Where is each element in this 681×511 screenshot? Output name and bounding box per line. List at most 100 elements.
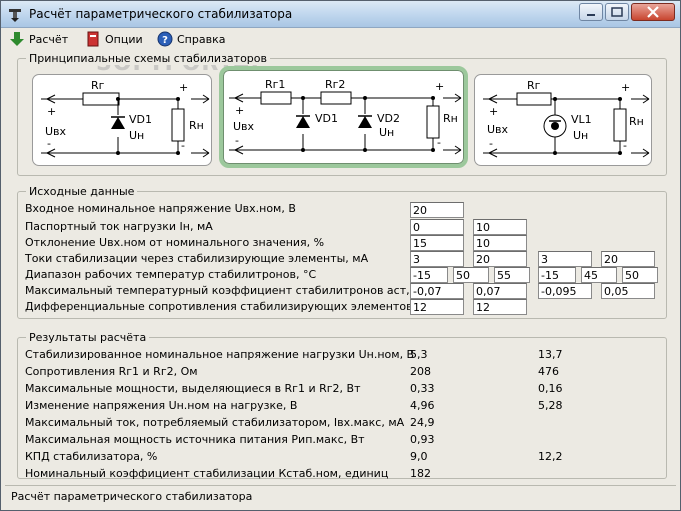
result-value-1: 0,93 [410,433,435,446]
s1-r-label: Rг [91,79,105,92]
s2-d1-label: VD1 [315,112,338,125]
input-row-label: Максимальный температурный коэффициент с… [25,284,441,297]
window-title: Расчёт параметрического стабилизатора [29,7,293,21]
options-label: Опции [105,32,143,46]
s3-uin-label: Uвх [487,123,509,136]
s2-r2-label: Rг2 [325,78,346,91]
options-button[interactable]: Опции [85,30,143,48]
result-value-1: 24,9 [410,416,435,429]
s2-plus-out: + [435,80,445,93]
s1-uh-label: Uн [129,129,145,142]
input-temp-coeff-3[interactable]: -0,095 [538,283,592,299]
status-text: Расчёт параметрического стабилизатора [11,490,253,503]
stabilizer-app-icon [7,7,23,23]
s2-load-label: Rн [443,112,458,125]
input-stab-current-3[interactable]: 3 [538,251,592,267]
input-temp-coeff-1[interactable]: -0,07 [410,283,464,299]
title-bar[interactable]: Расчёт параметрического стабилизатора [1,1,680,28]
result-value-1: 0,33 [410,382,435,395]
result-value-1: 9,0 [410,450,428,463]
input-temp-2[interactable]: 50 [453,267,489,283]
s3-plus-out: + [621,81,631,94]
s2-uin-label: Uвх [233,120,255,133]
input-stab-current-2[interactable]: 20 [473,251,527,267]
s3-minus-out: - [623,139,627,152]
s1-plus-in: + [47,105,57,118]
close-button[interactable] [631,3,675,21]
s2-minus-in: - [235,134,239,147]
calc-label: Расчёт [29,32,69,46]
input-diff-resistance-1[interactable]: 12 [410,299,464,315]
s3-minus-in: - [489,137,493,150]
help-label: Справка [177,32,226,46]
input-row-label: Отклонение Uвх.ном от номинального значе… [25,236,325,249]
svg-text:?: ? [162,35,168,46]
s1-minus-in: - [47,137,51,150]
result-value-1: 182 [410,467,431,480]
result-row-label: Изменение напряжения Uн.ном на нагрузке,… [25,399,298,412]
result-row-label: КПД стабилизатора, % [25,450,158,463]
input-deviation-1[interactable]: 15 [410,235,464,251]
s3-plus-in: + [489,105,499,118]
s2-r1-label: Rг1 [265,78,286,91]
result-row-label: Максимальный ток, потребляемый стабилиза… [25,416,405,429]
s2-uh-label: Uн [379,126,395,139]
input-temp-5[interactable]: 45 [581,267,617,283]
input-row-label: Токи стабилизации через стабилизирующие … [25,252,369,265]
input-diff-resistance-2[interactable]: 12 [473,299,527,315]
s1-plus-out: + [179,81,189,94]
result-value-1: 208 [410,365,431,378]
app-window: Расчёт параметрического стабилизатора Ра… [0,0,681,511]
s3-load-label: Rн [629,115,644,128]
scheme-3[interactable]: Rг VL1 Uн Rн + Uвх - + - [474,74,652,166]
s2-minus-out: - [437,136,441,149]
status-bar: Расчёт параметрического стабилизатора [5,485,676,505]
options-icon [87,31,99,47]
input-temp-3[interactable]: 55 [494,267,530,283]
input-load-current-2[interactable]: 10 [473,219,527,235]
s3-uh-label: Uн [573,129,589,142]
down-arrow-icon [10,32,24,46]
s2-d2-label: VD2 [377,112,400,125]
minimize-button[interactable] [579,3,603,21]
input-load-current-1[interactable]: 0 [410,219,464,235]
scheme-2[interactable]: Rг1 Rг2 VD1 VD2 Uн Rн + Uвх - + - [219,66,468,168]
scheme-1[interactable]: Rг VD1 Uн Rн + Uвх - + - [32,74,212,166]
input-row-label: Дифференциальные сопротивления стабилизи… [25,300,437,313]
help-button[interactable]: ? Справка [157,30,225,48]
inputs-title: Исходные данные [26,185,138,198]
input-temp-coeff-4[interactable]: 0,05 [601,283,655,299]
input-temp-4[interactable]: -15 [538,267,576,283]
s1-d-label: VD1 [129,113,152,126]
schemes-group: Принципиальные схемы стабилизаторов Rг V… [17,52,667,176]
maximize-button[interactable] [605,3,629,21]
help-icon: ? [157,31,173,47]
results-title: Результаты расчёта [26,331,150,344]
result-row-label: Максимальная мощность источника питания … [25,433,365,446]
toolbar: Расчёт Опции ? Справка SOFTPORTAL [1,28,680,76]
input-row-label: Входное номинальное напряжение Uвх.ном, … [25,202,296,215]
result-value-2: 13,7 [538,348,563,361]
result-value-2: 12,2 [538,450,563,463]
result-value-2: 0,16 [538,382,563,395]
input-temp-coeff-2[interactable]: 0,07 [473,283,527,299]
input-stab-current-1[interactable]: 3 [410,251,464,267]
result-row-label: Стабилизированное номинальное напряжение… [25,348,415,361]
s3-d-label: VL1 [571,113,592,126]
s2-plus-in: + [235,104,245,117]
input-uin-nominal[interactable]: 20 [410,202,464,218]
result-row-label: Максимальные мощности, выделяющиеся в Rг… [25,382,361,395]
input-temp-1[interactable]: -15 [410,267,448,283]
result-row-label: Сопротивления Rг1 и Rг2, Ом [25,365,198,378]
schemes-title: Принципиальные схемы стабилизаторов [26,52,271,65]
s3-r-label: Rг [527,79,541,92]
input-deviation-2[interactable]: 10 [473,235,527,251]
input-stab-current-4[interactable]: 20 [601,251,655,267]
input-temp-6[interactable]: 50 [622,267,658,283]
s1-minus-out: - [181,139,185,152]
input-row-label: Паспортный ток нагрузки Iн, мА [25,220,213,233]
calc-button[interactable]: Расчёт [9,30,68,48]
result-value-1: 4,96 [410,399,435,412]
result-value-2: 5,28 [538,399,563,412]
result-value-2: 476 [538,365,559,378]
